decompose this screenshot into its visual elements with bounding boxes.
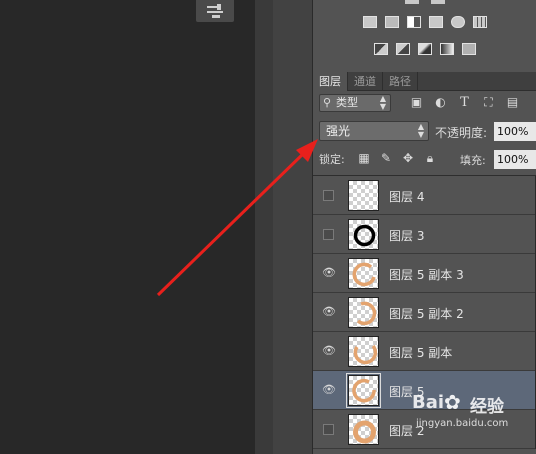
arrow-shaft bbox=[156, 150, 307, 297]
annotation-arrow bbox=[156, 139, 318, 297]
